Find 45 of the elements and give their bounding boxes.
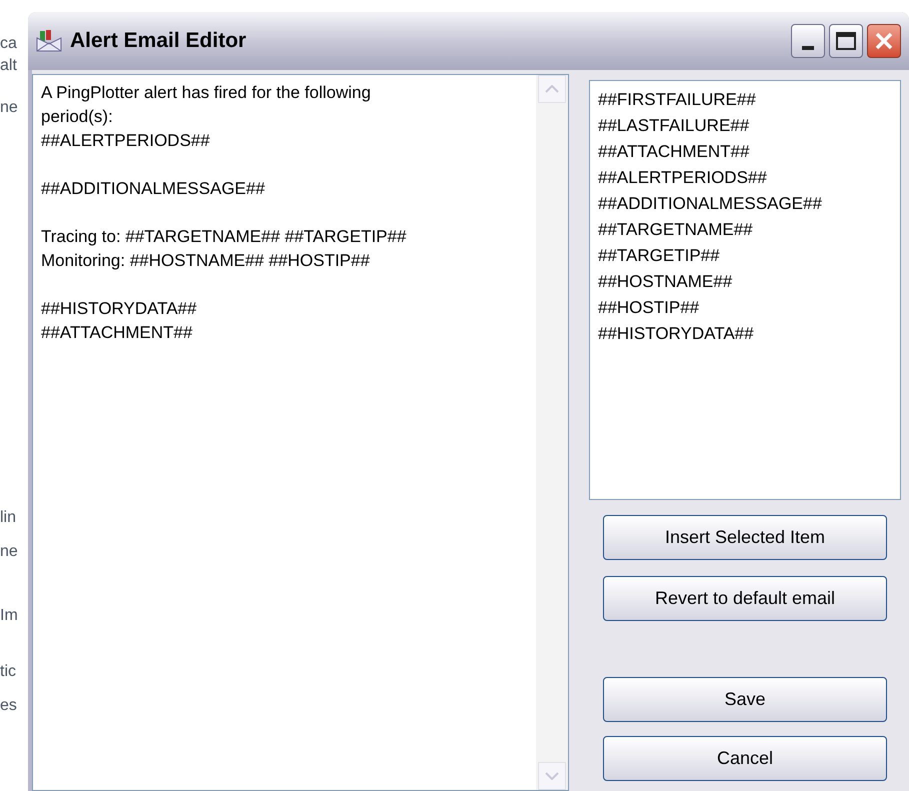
action-button[interactable]: Insert Selected Item <box>603 515 887 560</box>
list-item[interactable]: ##LASTFAILURE## <box>598 113 750 139</box>
action-button[interactable]: Revert to default email <box>603 576 887 621</box>
text-line: period(s): <box>41 107 113 126</box>
background-text: ca <box>0 34 17 54</box>
background-text: ne <box>0 542 18 562</box>
background-text: lin <box>0 508 16 528</box>
list-item[interactable]: ##ADDITIONALMESSAGE## <box>598 191 822 217</box>
list-item[interactable]: ##HISTORYDATA## <box>598 321 754 347</box>
text-line: ##ATTACHMENT## <box>41 323 192 342</box>
maximize-icon <box>836 32 856 50</box>
list-item[interactable]: ##TARGETIP## <box>598 243 720 269</box>
list-item[interactable]: ##TARGETNAME## <box>598 217 753 243</box>
list-item[interactable]: ##HOSTNAME## <box>598 269 732 295</box>
minimize-icon <box>802 46 814 50</box>
list-item[interactable]: ##HOSTIP## <box>598 295 700 321</box>
window-title: Alert Email Editor <box>70 28 246 54</box>
dialog-button[interactable]: Cancel <box>603 736 887 781</box>
maximize-button[interactable] <box>829 24 863 58</box>
background-text: tic <box>0 662 16 682</box>
close-icon <box>874 31 894 51</box>
dialog-button[interactable]: Save <box>603 677 887 722</box>
background-text: Im <box>0 606 18 626</box>
scroll-down-button[interactable] <box>538 762 566 790</box>
variable-list[interactable]: ##FIRSTFAILURE## ##LASTFAILURE## ##ATTACHMENT## ##ALERTPERIODS## ##ADDITIONALMESSAGE## ##TARGETNAME## ##TARGETIP## ##HOSTNAME## ##HOSTIP## ##HISTORYDATA## <box>589 80 901 500</box>
text-line: ##ALERTPERIODS## <box>41 131 210 150</box>
text-line: ##ADDITIONALMESSAGE## <box>41 179 265 198</box>
scrollbar[interactable] <box>536 75 568 790</box>
email-text-area[interactable] <box>32 74 569 791</box>
close-button[interactable] <box>867 24 901 58</box>
chevron-up-icon <box>545 85 559 93</box>
background-text: alt <box>0 56 17 76</box>
scroll-up-button[interactable] <box>538 75 566 103</box>
background-text: es <box>0 696 17 716</box>
list-item[interactable]: ##FIRSTFAILURE## <box>598 87 756 113</box>
background-text: ne <box>0 98 18 118</box>
minimize-button[interactable] <box>791 24 825 58</box>
text-line: A PingPlotter alert has fired for the following <box>41 83 371 102</box>
list-item[interactable]: ##ATTACHMENT## <box>598 139 750 165</box>
envelope-icon <box>36 29 62 53</box>
text-line: ##HISTORYDATA## <box>41 299 197 318</box>
list-item[interactable]: ##ALERTPERIODS## <box>598 165 767 191</box>
text-line: Tracing to: ##TARGETNAME## ##TARGETIP## <box>41 227 406 246</box>
text-line: Monitoring: ##HOSTNAME## ##HOSTIP## <box>41 251 370 270</box>
chevron-down-icon <box>545 772 559 780</box>
